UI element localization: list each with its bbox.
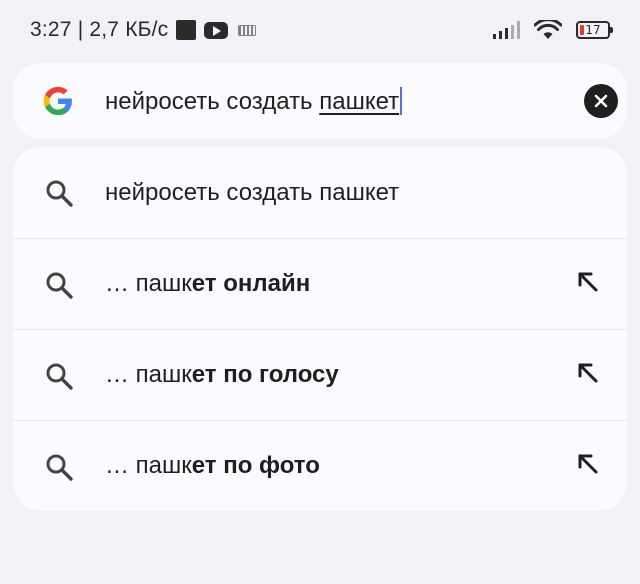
suggestion-text: … пашкет онлайн	[105, 270, 311, 297]
wifi-icon	[534, 20, 562, 40]
suggestion-item[interactable]: нейросеть создать пашкет	[13, 147, 627, 238]
suggestion-item[interactable]: … пашкет по голосу	[13, 329, 627, 420]
suggestion-text: … пашкет по фото	[105, 452, 320, 479]
search-box[interactable]: нейросеть создать пашкет	[13, 63, 627, 139]
clear-button[interactable]	[584, 84, 618, 118]
status-left: 3:27 | 2,7 КБ/с	[30, 18, 257, 42]
search-icon	[46, 180, 73, 207]
suggestion-text: нейросеть создать пашкет	[105, 178, 400, 206]
arrow-up-left-icon[interactable]	[575, 451, 601, 477]
search-input[interactable]: нейросеть создать пашкет	[105, 87, 403, 117]
app-square-icon	[176, 20, 197, 40]
battery-percent: 17	[585, 23, 601, 37]
keyboard-icon	[238, 24, 257, 36]
status-bar: 3:27 | 2,7 КБ/с 17	[0, 0, 640, 60]
arrow-up-left-icon[interactable]	[575, 269, 601, 295]
suggestion-list: нейросеть создать пашкет … пашкет онлайн…	[13, 147, 627, 511]
search-icon	[46, 272, 73, 299]
youtube-icon	[204, 21, 229, 39]
suggestion-text: … пашкет по голосу	[105, 361, 339, 388]
status-right: 17	[493, 20, 613, 40]
search-query-composing: пашкет	[319, 88, 400, 115]
battery-icon: 17	[576, 21, 613, 39]
clear-icon	[594, 94, 608, 108]
arrow-up-left-icon[interactable]	[575, 360, 601, 386]
search-icon	[46, 454, 73, 481]
status-time-speed: 3:27 | 2,7 КБ/с	[30, 18, 169, 41]
suggestion-item[interactable]: … пашкет онлайн	[13, 238, 627, 329]
battery-level-fill	[580, 25, 584, 35]
search-query-prefix: нейросеть создать	[105, 88, 320, 115]
text-caret	[400, 87, 403, 115]
google-g-logo	[43, 86, 72, 116]
suggestion-item[interactable]: … пашкет по фото	[13, 420, 627, 511]
search-icon	[46, 363, 73, 390]
signal-icon	[493, 21, 520, 39]
